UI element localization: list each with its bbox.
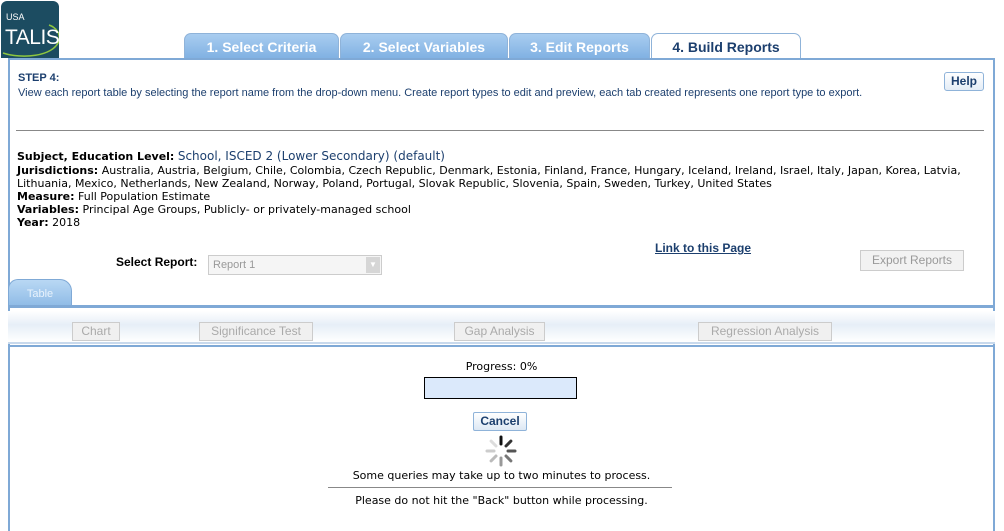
subject-value: School, ISCED 2 (Lower Secondary) (defau… [177,149,445,163]
note-divider [328,487,672,488]
progress-bar [424,377,577,399]
chevron-down-icon: ▼ [366,257,380,273]
help-button[interactable]: Help [944,72,984,91]
measure-label: Measure: [17,190,75,203]
talis-logo[interactable]: USA TALIS [1,1,59,58]
build-reports-panel: STEP 4: View each report table by select… [8,58,995,531]
gap-analysis-button[interactable]: Gap Analysis [454,322,545,341]
logo-talis-text: TALIS [5,26,59,49]
select-report-value: Report 1 [213,259,256,271]
tab-edit-reports[interactable]: 3. Edit Reports [509,33,650,59]
variables-label: Variables: [17,203,80,216]
significance-test-button[interactable]: Significance Test [199,322,313,341]
logo-usa-text: USA [6,12,25,22]
measure-value: Full Population Estimate [78,190,211,203]
processing-note: Some queries may take up to two minutes … [352,469,651,482]
jurisdictions-value: Australia, Austria, Belgium, Chile, Colo… [17,164,961,190]
year-value: 2018 [52,216,81,229]
toolbar-divider [8,345,995,347]
variables-line: Variables: Principal Age Groups, Publicl… [17,203,411,216]
subject-label: Subject, Education Level: [17,150,175,163]
variables-value: Principal Age Groups, Publicly- or priva… [82,203,411,216]
divider [16,130,984,131]
select-report-label: Select Report: [116,255,198,269]
select-report-dropdown[interactable]: Report 1 ▼ [208,255,382,275]
tab-select-variables[interactable]: 2. Select Variables [340,33,508,59]
analysis-toolbar: Chart Significance Test Gap Analysis Reg… [8,311,995,344]
progress-label: Progress: 0% [465,360,538,373]
year-label: Year: [17,216,49,229]
tab-select-criteria[interactable]: 1. Select Criteria [184,33,339,59]
export-reports-button[interactable]: Export Reports [860,250,964,271]
cancel-button[interactable]: Cancel [473,412,527,431]
measure-line: Measure: Full Population Estimate [17,190,210,203]
back-button-warning: Please do not hit the "Back" button whil… [355,494,648,507]
step-description: View each report table by selecting the … [18,87,863,99]
subject-line: Subject, Education Level: School, ISCED … [17,149,445,164]
jurisdictions-label: Jurisdictions: [17,164,99,177]
chart-button[interactable]: Chart [72,322,120,341]
loading-spinner-icon [485,435,517,467]
jurisdictions-line: Jurisdictions: Australia, Austria, Belgi… [17,164,977,190]
tab-divider [8,305,995,308]
tab-table[interactable]: Table [8,279,72,306]
tab-build-reports[interactable]: 4. Build Reports [651,33,801,60]
regression-analysis-button[interactable]: Regression Analysis [698,322,832,341]
step-title: STEP 4: [18,72,60,84]
link-to-this-page[interactable]: Link to this Page [655,241,751,255]
year-line: Year: 2018 [17,216,80,229]
